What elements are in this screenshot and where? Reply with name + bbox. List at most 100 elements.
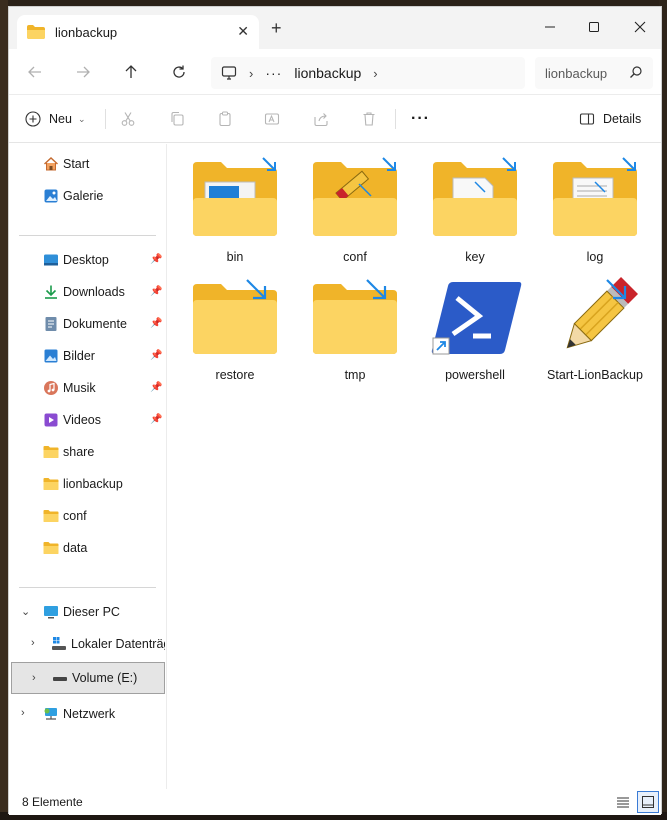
details-label: Details — [603, 112, 642, 126]
share-button[interactable] — [313, 107, 329, 131]
sidebar-item-share[interactable]: share — [9, 438, 165, 466]
pencil-script-icon — [566, 276, 639, 349]
chevron-right-icon[interactable]: › — [32, 672, 36, 684]
sidebar-item-label: Dieser PC — [63, 605, 120, 619]
script-item-start-lionbackup[interactable]: Start-LionBackup — [539, 274, 651, 386]
sidebar-item-galerie[interactable]: Galerie — [9, 182, 165, 210]
title-bar: lionbackup ✕ + — [9, 7, 661, 49]
refresh-icon — [173, 65, 185, 78]
forward-button[interactable] — [69, 58, 97, 86]
rename-button[interactable] — [264, 107, 280, 131]
delete-button[interactable] — [361, 107, 377, 131]
chevron-right-icon[interactable]: › — [31, 637, 35, 649]
sidebar-item-volume-e[interactable]: › Volume (E:) — [11, 662, 165, 694]
sidebar-item-label: conf — [63, 509, 87, 523]
folder-item-restore[interactable]: restore — [179, 274, 291, 386]
large-icons-view-icon — [642, 796, 654, 808]
pc-icon — [44, 606, 58, 619]
documents-icon — [45, 317, 57, 331]
folder-item-log[interactable]: log — [539, 156, 651, 268]
sidebar-item-musik[interactable]: Musik 📌 — [9, 374, 165, 402]
sidebar-item-label: Volume (E:) — [72, 671, 138, 685]
maximize-button[interactable] — [571, 13, 617, 41]
navigation-pane: Start Galerie Desktop 📌 Downloads 📌 Doku… — [9, 144, 167, 789]
sidebar-item-lionbackup[interactable]: lionbackup — [9, 470, 165, 498]
sidebar-item-dokumente[interactable]: Dokumente 📌 — [9, 310, 165, 338]
chevron-down-icon: ⌄ — [77, 113, 86, 124]
breadcrumb-overflow-button[interactable]: ··· — [265, 65, 282, 81]
minimize-button[interactable] — [527, 13, 573, 41]
pin-icon: 📌 — [150, 350, 163, 361]
copy-button[interactable] — [169, 107, 185, 131]
refresh-button[interactable] — [165, 58, 193, 86]
pictures-icon — [44, 349, 58, 363]
paste-button[interactable] — [217, 107, 233, 131]
explorer-tab[interactable]: lionbackup ✕ — [17, 15, 259, 49]
folder-icon — [43, 542, 59, 554]
sidebar-divider — [19, 587, 156, 588]
cut-button[interactable] — [120, 107, 136, 131]
search-box[interactable]: lionbackup durchsuchen — [535, 57, 653, 89]
list-view-icon — [617, 797, 629, 808]
sidebar-item-desktop[interactable]: Desktop 📌 — [9, 246, 165, 274]
file-explorer-window: lionbackup ✕ + › ··· lionbackup › lionba… — [8, 6, 662, 815]
chevron-right-icon[interactable]: › — [21, 707, 25, 719]
new-button[interactable]: Neu ⌄ — [25, 107, 85, 131]
shortcut-item-powershell[interactable]: powershell — [419, 274, 531, 386]
folder-item-tmp[interactable]: tmp — [299, 274, 411, 386]
new-button-label: Neu — [49, 112, 72, 126]
pin-icon: 📌 — [150, 414, 163, 425]
tiles-view-button[interactable] — [637, 791, 659, 813]
item-name: powershell — [445, 368, 505, 382]
sidebar-item-label: Dokumente — [63, 317, 127, 331]
search-input[interactable]: lionbackup durchsuchen — [545, 66, 611, 81]
sidebar-item-dieser-pc[interactable]: ⌄ Dieser PC — [9, 598, 165, 626]
up-button[interactable] — [117, 58, 145, 86]
item-count: 8 Elemente — [22, 795, 83, 809]
sidebar-item-label: Start — [63, 157, 90, 171]
sidebar-item-netzwerk[interactable]: › Netzwerk — [9, 700, 165, 728]
home-icon — [44, 157, 58, 171]
navigation-bar: › ··· lionbackup › lionbackup durchsuche… — [9, 49, 661, 95]
chevron-down-icon[interactable]: ⌄ — [21, 605, 30, 618]
details-view-button[interactable] — [612, 791, 634, 813]
sidebar-item-downloads[interactable]: Downloads 📌 — [9, 278, 165, 306]
sidebar-item-label: Galerie — [63, 189, 104, 203]
close-window-button[interactable] — [617, 13, 663, 41]
sidebar-item-data[interactable]: data — [9, 534, 165, 562]
pin-icon: 📌 — [150, 286, 163, 297]
item-name: Start-LionBackup — [547, 368, 643, 382]
maximize-icon — [589, 22, 599, 32]
breadcrumb-lionbackup[interactable]: lionbackup — [294, 65, 361, 81]
minimize-icon — [545, 26, 555, 28]
more-options-button[interactable]: ··· — [411, 107, 430, 131]
folder-item-key[interactable]: key — [419, 156, 531, 268]
search-icon — [630, 66, 642, 78]
close-tab-button[interactable]: ✕ — [237, 23, 249, 40]
sidebar-item-start[interactable]: Start — [9, 150, 165, 178]
new-tab-button[interactable]: + — [271, 19, 282, 37]
pin-icon: 📌 — [150, 318, 163, 329]
drive-icon — [53, 677, 67, 681]
sidebar-item-label: Netzwerk — [63, 707, 116, 721]
sidebar-item-local-disk[interactable]: › Lokaler Datenträger (C:) — [9, 630, 165, 658]
item-name: log — [586, 250, 604, 264]
item-name: tmp — [344, 368, 366, 382]
sidebar-item-conf[interactable]: conf — [9, 502, 165, 530]
chevron-right-icon[interactable]: › — [373, 66, 377, 81]
folder-icon — [193, 279, 277, 354]
scissors-icon — [121, 112, 135, 126]
back-button[interactable] — [21, 58, 49, 86]
sidebar-item-bilder[interactable]: Bilder 📌 — [9, 342, 165, 370]
folder-icon — [433, 157, 517, 236]
address-bar[interactable]: › ··· lionbackup › — [211, 57, 525, 89]
arrow-up-icon — [125, 65, 137, 78]
details-button[interactable]: Details — [579, 107, 641, 131]
copy-icon — [171, 111, 184, 126]
sidebar-item-videos[interactable]: Videos 📌 — [9, 406, 165, 434]
folder-item-conf[interactable]: conf — [299, 156, 411, 268]
sidebar-item-label: Bilder — [63, 349, 95, 363]
folder-item-bin[interactable]: bin — [179, 156, 291, 268]
item-name: key — [465, 250, 485, 264]
item-name: restore — [215, 368, 255, 382]
